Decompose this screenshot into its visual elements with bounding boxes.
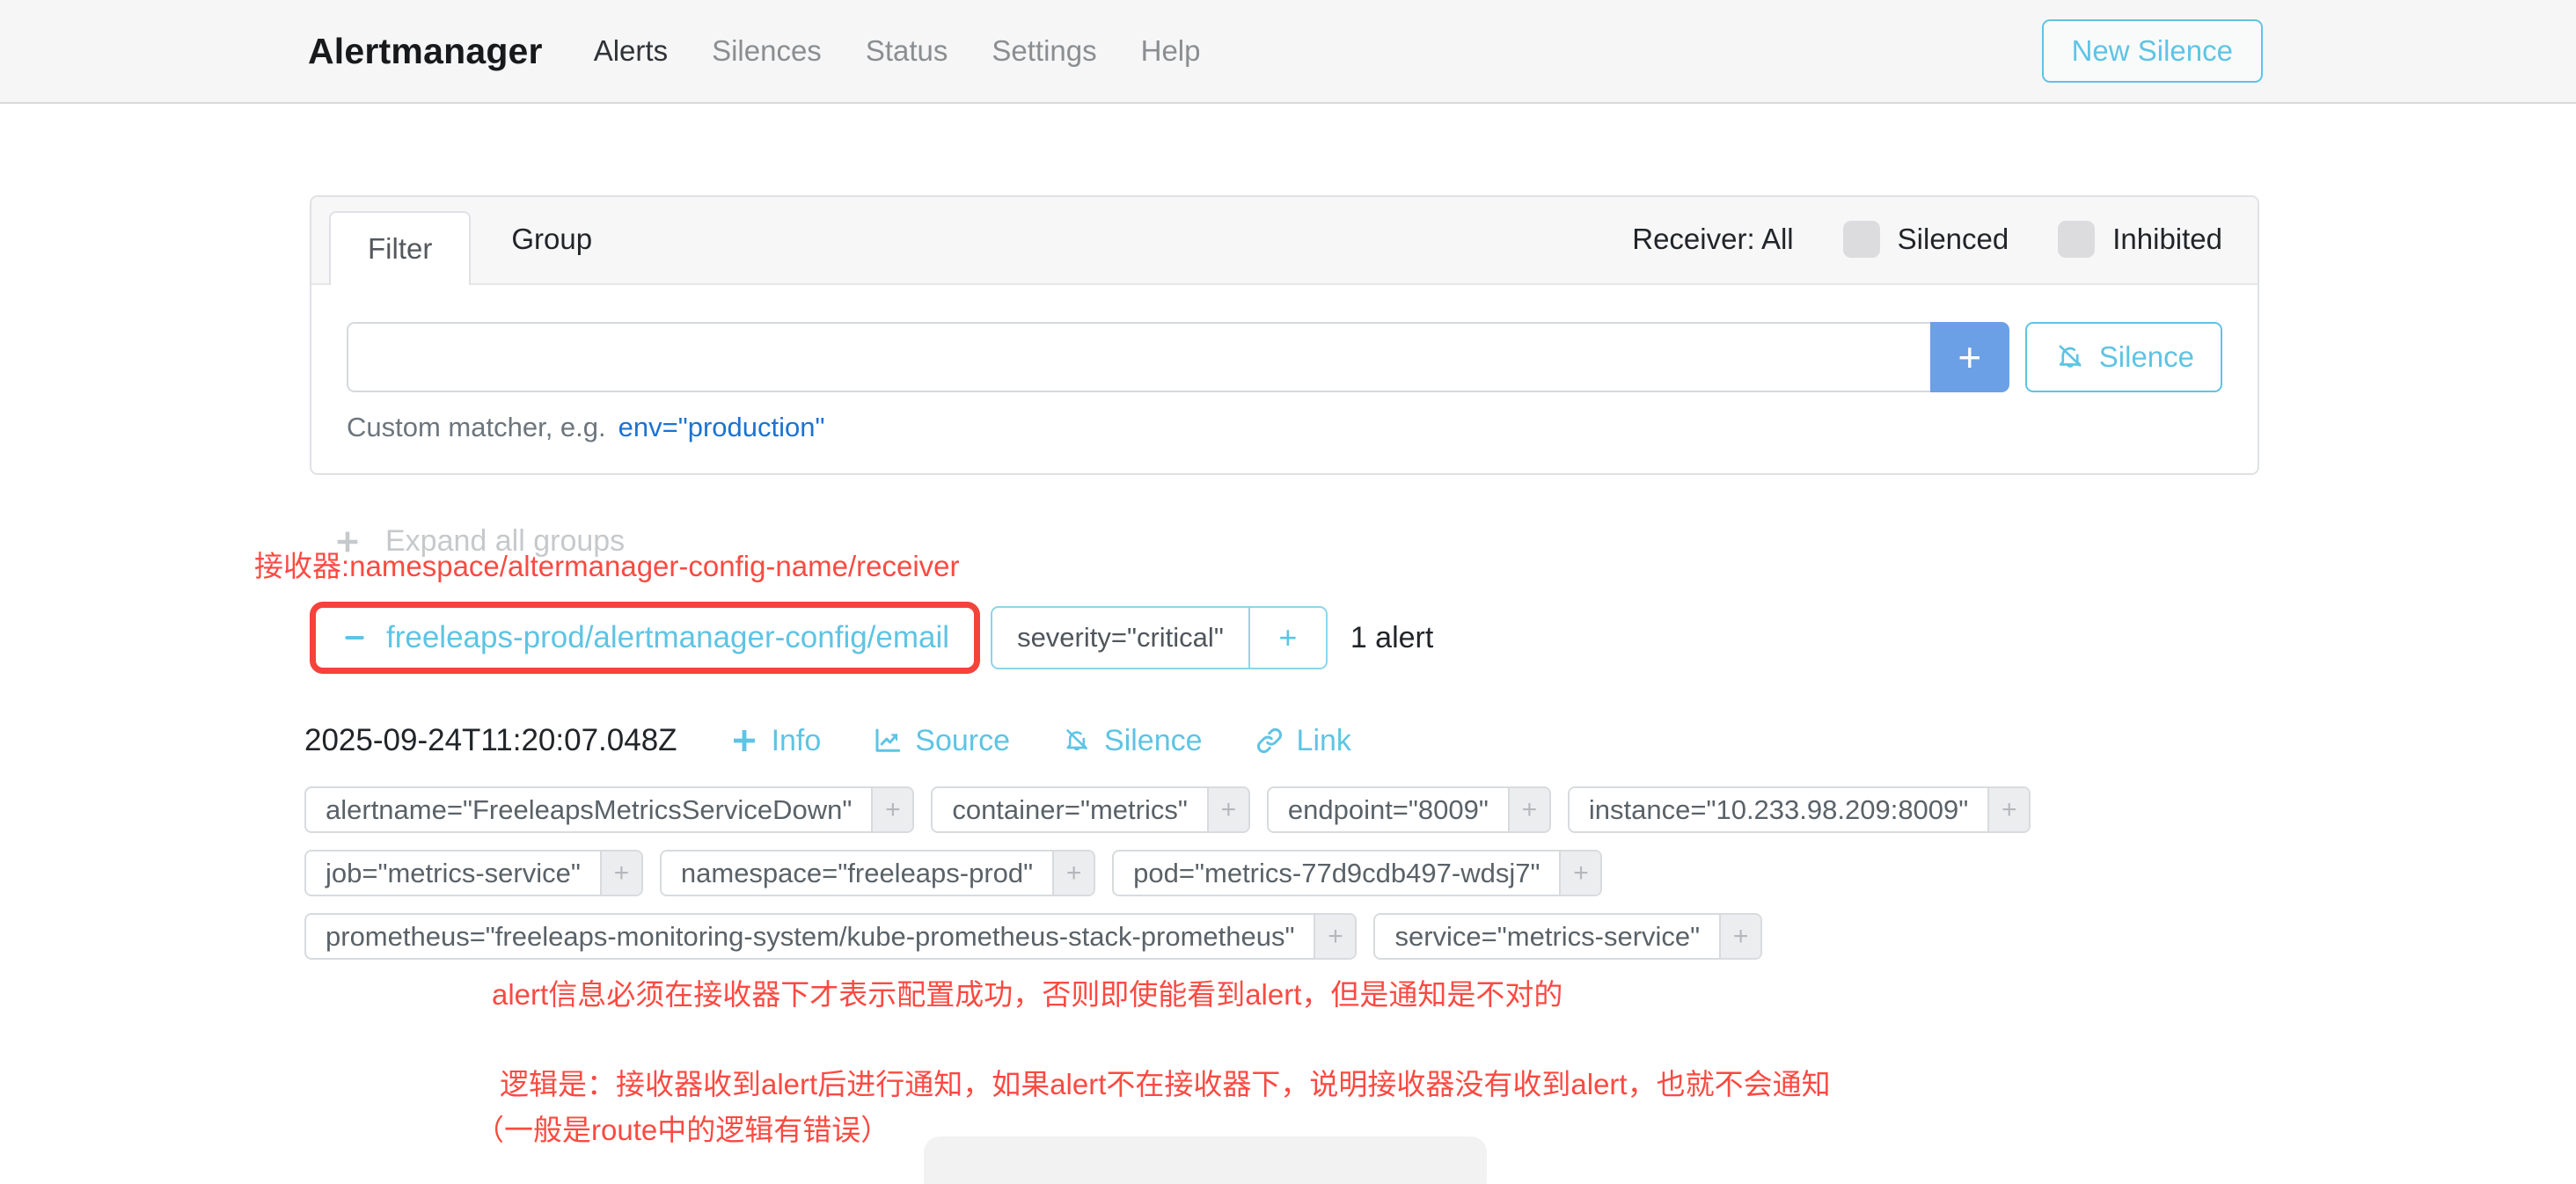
top-navbar: Alertmanager Alerts Silences Status Sett… — [0, 0, 2576, 104]
alert-note-annotation: alert信息必须在接收器下才表示配置成功，否则即使能看到alert，但是通知是… — [492, 976, 2421, 1014]
group-matcher-chip: severity="critical" + — [991, 606, 1328, 669]
matcher-helper: Custom matcher, e.g. env="production" — [347, 412, 2222, 443]
inhibited-label: Inhibited — [2112, 223, 2222, 256]
label-chip-instance: instance="10.233.98.209:8009" + — [1568, 786, 2031, 833]
expand-row: Expand all groups 接收器:namespace/alterman… — [310, 524, 2421, 563]
nav-item-settings[interactable]: Settings — [992, 34, 1096, 68]
nav-item-alerts[interactable]: Alerts — [594, 34, 668, 68]
silenced-label: Silenced — [1898, 223, 2009, 256]
matcher-input[interactable] — [347, 322, 1930, 392]
alert-timestamp: 2025-09-24T11:20:07.048Z — [304, 723, 677, 758]
label-text[interactable]: job="metrics-service" — [306, 851, 600, 895]
logic-note-annotation-1: 逻辑是：接收器收到alert后进行通知，如果alert不在接收器下，说明接收器没… — [500, 1065, 2421, 1104]
alert-source-link[interactable]: Source — [872, 724, 1010, 758]
label-add-button[interactable]: + — [1719, 915, 1760, 958]
filter-card-body: + Silence Custom matcher, e.g. env="produ… — [311, 285, 2258, 443]
alert-info-label: Info — [772, 724, 822, 758]
label-add-button[interactable]: + — [1052, 851, 1094, 895]
nav-item-status[interactable]: Status — [866, 34, 948, 68]
silence-button-label: Silence — [2099, 340, 2194, 374]
group-matcher-add-button[interactable]: + — [1248, 608, 1326, 668]
matcher-example-link[interactable]: env="production" — [618, 412, 825, 442]
inhibited-checkbox[interactable] — [2058, 221, 2095, 258]
label-chip-alertname: alertname="FreeleapsMetricsServiceDown" … — [304, 786, 914, 833]
alert-link-label: Link — [1297, 724, 1351, 758]
add-matcher-button[interactable]: + — [1930, 322, 2009, 392]
cutoff-element-artifact — [924, 1136, 1487, 1184]
alert-group-row: freeleaps-prod/alertmanager-config/email… — [310, 602, 2421, 674]
alert-silence-label: Silence — [1104, 724, 1203, 758]
receiver-path-annotation: 接收器:namespace/altermanager-config-name/r… — [254, 547, 960, 586]
filter-card: Filter Group Receiver: All Silenced Inhi… — [310, 195, 2259, 475]
minus-icon — [340, 624, 369, 652]
filter-header-controls: Receiver: All Silenced Inhibited — [1632, 195, 2222, 283]
label-add-button[interactable]: + — [871, 788, 912, 831]
label-add-button[interactable]: + — [1207, 788, 1248, 831]
group-receiver-button[interactable]: freeleaps-prod/alertmanager-config/email — [325, 620, 965, 655]
matcher-input-group: + — [347, 322, 2009, 392]
bell-slash-icon — [1061, 725, 1093, 756]
nav-menu: Alerts Silences Status Settings Help — [594, 34, 1201, 68]
group-matcher-label: severity="critical" — [992, 608, 1248, 668]
nav-item-silences[interactable]: Silences — [712, 34, 822, 68]
silence-from-filter-button[interactable]: Silence — [2025, 322, 2222, 392]
label-text[interactable]: pod="metrics-77d9cdb497-wdsj7" — [1114, 851, 1559, 895]
chart-line-icon — [872, 725, 904, 756]
app-brand[interactable]: Alertmanager — [308, 31, 543, 72]
plus-icon — [728, 725, 760, 756]
label-chip-container: container="metrics" + — [931, 786, 1250, 833]
label-add-button[interactable]: + — [1508, 788, 1549, 831]
label-text[interactable]: alertname="FreeleapsMetricsServiceDown" — [306, 788, 871, 831]
tab-filter[interactable]: Filter — [329, 211, 471, 285]
label-chip-pod: pod="metrics-77d9cdb497-wdsj7" + — [1112, 850, 1602, 896]
label-chip-namespace: namespace="freeleaps-prod" + — [660, 850, 1095, 896]
link-icon — [1254, 725, 1285, 756]
label-chip-job: job="metrics-service" + — [304, 850, 643, 896]
bell-slash-icon — [2053, 340, 2087, 374]
alert-count: 1 alert — [1350, 621, 1434, 655]
label-text[interactable]: namespace="freeleaps-prod" — [662, 851, 1052, 895]
label-row: alertname="FreeleapsMetricsServiceDown" … — [304, 786, 2421, 833]
receiver-filter-toggle[interactable]: Receiver: All — [1632, 223, 1793, 256]
alert-groups-section: Expand all groups 接收器:namespace/alterman… — [310, 524, 2421, 1150]
label-text[interactable]: prometheus="freeleaps-monitoring-system/… — [306, 915, 1314, 958]
label-text[interactable]: container="metrics" — [933, 788, 1207, 831]
label-add-button[interactable]: + — [600, 851, 641, 895]
new-silence-button[interactable]: New Silence — [2042, 19, 2263, 83]
alert-header: 2025-09-24T11:20:07.048Z Info Source — [304, 723, 2421, 758]
label-chip-service: service="metrics-service" + — [1373, 913, 1762, 960]
label-chip-prometheus: prometheus="freeleaps-monitoring-system/… — [304, 913, 1357, 960]
group-receiver-label: freeleaps-prod/alertmanager-config/email — [386, 620, 949, 655]
label-text[interactable]: service="metrics-service" — [1375, 915, 1719, 958]
alert-info-button[interactable]: Info — [728, 724, 822, 758]
nav-item-help[interactable]: Help — [1141, 34, 1201, 68]
label-add-button[interactable]: + — [1314, 915, 1355, 958]
label-add-button[interactable]: + — [1987, 788, 2029, 831]
helper-text: Custom matcher, e.g. — [347, 412, 606, 442]
alert-item: 2025-09-24T11:20:07.048Z Info Source — [304, 723, 2421, 1014]
label-chip-endpoint: endpoint="8009" + — [1267, 786, 1551, 833]
silenced-toggle[interactable]: Silenced — [1843, 221, 2009, 258]
label-add-button[interactable]: + — [1559, 851, 1600, 895]
inhibited-toggle[interactable]: Inhibited — [2058, 221, 2222, 258]
alert-silence-button[interactable]: Silence — [1061, 724, 1203, 758]
label-row: job="metrics-service" + namespace="freel… — [304, 850, 2421, 896]
label-text[interactable]: instance="10.233.98.209:8009" — [1570, 788, 1987, 831]
label-text[interactable]: endpoint="8009" — [1269, 788, 1508, 831]
alert-labels: alertname="FreeleapsMetricsServiceDown" … — [304, 786, 2421, 960]
receiver-highlight-box: freeleaps-prod/alertmanager-config/email — [310, 602, 980, 674]
tab-group[interactable]: Group — [471, 195, 633, 283]
alertmanager-page: Alertmanager Alerts Silences Status Sett… — [0, 0, 2576, 1184]
filter-card-header: Filter Group Receiver: All Silenced Inhi… — [311, 197, 2258, 285]
alert-permalink[interactable]: Link — [1254, 724, 1351, 758]
silenced-checkbox[interactable] — [1843, 221, 1880, 258]
alert-source-label: Source — [915, 724, 1010, 758]
label-row: prometheus="freeleaps-monitoring-system/… — [304, 913, 2421, 960]
